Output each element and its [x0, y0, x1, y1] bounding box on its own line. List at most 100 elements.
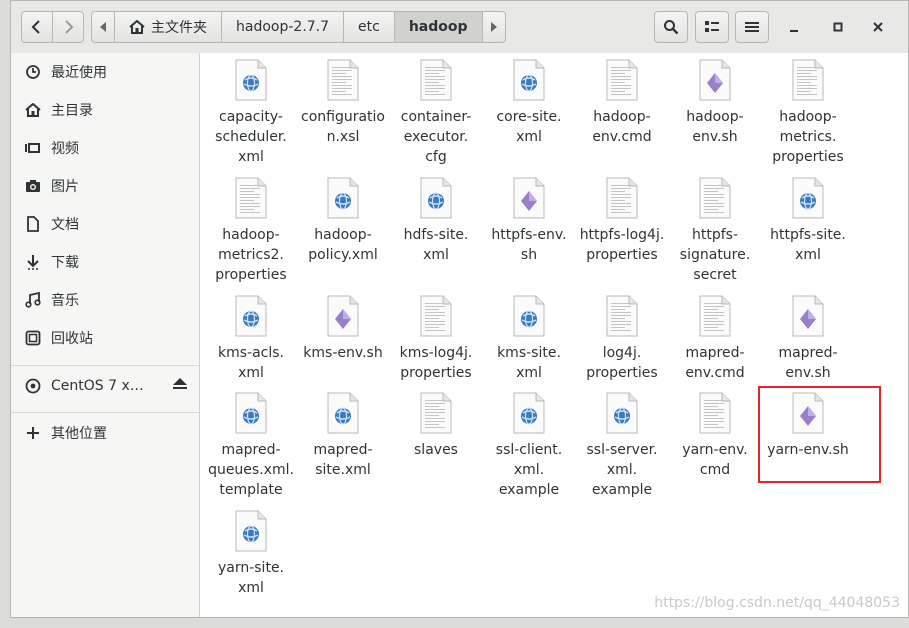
- file-name-line: xml: [795, 247, 821, 263]
- file-name-line: httpfs-: [691, 227, 738, 243]
- file-item[interactable]: yarn-env. cmd: [667, 386, 763, 480]
- file-item[interactable]: httpfs-env. sh: [481, 171, 577, 265]
- file-name: yarn-site. xml: [203, 558, 299, 598]
- file-item[interactable]: hdfs-site. xml: [388, 171, 484, 265]
- file-name-line: env.cmd: [685, 365, 745, 381]
- sidebar-item-trash[interactable]: 回收站: [11, 320, 199, 356]
- shell-script-icon: [792, 295, 824, 337]
- file-item[interactable]: ssl-client. xml. example: [481, 386, 577, 500]
- sidebar-item-pictures[interactable]: 图片: [11, 168, 199, 204]
- xml-file-icon: [420, 177, 452, 219]
- file-item[interactable]: ssl-server. xml. example: [574, 386, 670, 500]
- file-name-line: xml: [238, 365, 264, 381]
- file-item[interactable]: httpfs-log4j. properties: [574, 171, 670, 265]
- sidebar-item-music[interactable]: 音乐: [11, 282, 199, 318]
- sidebar-item-documents[interactable]: 文档: [11, 206, 199, 242]
- breadcrumb-etc[interactable]: etc: [343, 11, 395, 43]
- breadcrumb-scroll-right[interactable]: [481, 11, 506, 43]
- xml-file-icon: [513, 392, 545, 434]
- file-name-line: site.xml: [315, 462, 371, 478]
- file-name-line: capacity-: [219, 109, 283, 125]
- file-name-line: example: [498, 482, 560, 498]
- breadcrumb-label: etc: [358, 19, 380, 35]
- view-mode-button[interactable]: [695, 11, 729, 43]
- file-item[interactable]: hadoop-env.sh: [667, 53, 763, 147]
- eject-icon[interactable]: [173, 378, 187, 394]
- file-item[interactable]: log4j. properties: [574, 289, 670, 383]
- text-file-icon: [420, 392, 452, 434]
- file-name-line: example: [591, 482, 653, 498]
- maximize-button[interactable]: [826, 15, 850, 39]
- file-name: configuratio n.xsl: [295, 107, 391, 147]
- minimize-button[interactable]: [782, 15, 806, 39]
- file-item[interactable]: mapred-env.cmd: [667, 289, 763, 383]
- sidebar-item-home[interactable]: 主目录: [11, 92, 199, 128]
- file-name: kms-acls. xml: [203, 343, 299, 383]
- file-name: ssl-server. xml. example: [574, 440, 670, 500]
- breadcrumb-hadoop[interactable]: hadoop: [393, 11, 483, 43]
- file-name-line: metrics2.: [218, 247, 284, 263]
- watermark: https://blog.csdn.net/qq_44048053: [654, 595, 900, 611]
- hamburger-menu-icon: [745, 22, 759, 32]
- sidebar: 最近使用 主目录 视频 图片 文档 下载 音乐 回收站 CentOS 7 x… …: [11, 53, 200, 617]
- file-name-line: env.sh: [692, 129, 738, 145]
- home-icon: [129, 20, 145, 34]
- file-name-line: hadoop-: [686, 109, 744, 125]
- file-item[interactable]: kms-log4j. properties: [388, 289, 484, 383]
- music-icon: [25, 292, 41, 308]
- text-file-icon: [606, 59, 638, 101]
- file-item[interactable]: hadoop-policy.xml: [295, 171, 391, 265]
- breadcrumb-hadoop-277[interactable]: hadoop-2.7.7: [221, 11, 345, 43]
- search-button[interactable]: [654, 11, 688, 43]
- file-item[interactable]: kms-site. xml: [481, 289, 577, 383]
- file-item[interactable]: mapred-queues.xml. template: [203, 386, 299, 500]
- breadcrumb-scroll-left[interactable]: [91, 11, 115, 43]
- file-item[interactable]: mapred-env.sh: [760, 289, 856, 383]
- file-name-line: properties: [772, 149, 844, 165]
- file-item[interactable]: httpfs-site. xml: [760, 171, 856, 265]
- menu-button[interactable]: [735, 11, 769, 43]
- forward-button[interactable]: [52, 11, 84, 43]
- file-item[interactable]: hadoop-metrics2. properties: [203, 171, 299, 285]
- sidebar-item-downloads[interactable]: 下载: [11, 244, 199, 280]
- file-name-line: yarn-site.: [217, 560, 285, 576]
- text-file-icon: [420, 295, 452, 337]
- file-name-line: hadoop-: [222, 227, 280, 243]
- breadcrumb-home[interactable]: 主文件夹: [114, 11, 222, 43]
- file-item[interactable]: configuratio n.xsl: [295, 53, 391, 147]
- file-item[interactable]: kms-env.sh: [295, 289, 391, 363]
- file-item[interactable]: hadoop-env.cmd: [574, 53, 670, 147]
- file-item[interactable]: mapred-site.xml: [295, 386, 391, 480]
- file-name: core-site. xml: [481, 107, 577, 147]
- file-item[interactable]: capacity-scheduler. xml: [203, 53, 299, 167]
- file-name-line: scheduler.: [215, 129, 287, 145]
- xml-file-icon: [606, 392, 638, 434]
- sidebar-item-other-locations[interactable]: 其他位置: [11, 415, 199, 451]
- back-button[interactable]: [21, 11, 53, 43]
- file-item[interactable]: kms-acls. xml: [203, 289, 299, 383]
- breadcrumb-label: hadoop-2.7.7: [236, 19, 330, 35]
- sidebar-item-device[interactable]: CentOS 7 x…: [11, 368, 199, 404]
- sidebar-item-recent[interactable]: 最近使用: [11, 54, 199, 90]
- file-item[interactable]: slaves: [388, 386, 484, 460]
- close-button[interactable]: [866, 15, 890, 39]
- sidebar-item-videos[interactable]: 视频: [11, 130, 199, 166]
- file-item[interactable]: httpfs-signature. secret: [667, 171, 763, 285]
- text-file-icon: [327, 59, 359, 101]
- file-name: kms-site. xml: [481, 343, 577, 383]
- file-item[interactable]: core-site. xml: [481, 53, 577, 147]
- xml-file-icon: [235, 59, 267, 101]
- file-name: hadoop-metrics. properties: [760, 107, 856, 167]
- file-name: httpfs-env. sh: [481, 225, 577, 265]
- file-item[interactable]: container-executor. cfg: [388, 53, 484, 167]
- file-manager-window: 主文件夹 hadoop-2.7.7 etc hadoop 最近使用 主目录 视频…: [10, 0, 909, 618]
- file-item[interactable]: yarn-site. xml: [203, 504, 299, 598]
- text-file-icon: [699, 295, 731, 337]
- file-name: hadoop-metrics2. properties: [203, 225, 299, 285]
- document-icon: [25, 216, 41, 232]
- sidebar-item-label: 主目录: [51, 103, 93, 119]
- file-name-line: kms-env.sh: [303, 345, 383, 361]
- xml-file-icon: [235, 510, 267, 552]
- file-name-line: configuratio: [301, 109, 385, 125]
- file-item[interactable]: hadoop-metrics. properties: [760, 53, 856, 167]
